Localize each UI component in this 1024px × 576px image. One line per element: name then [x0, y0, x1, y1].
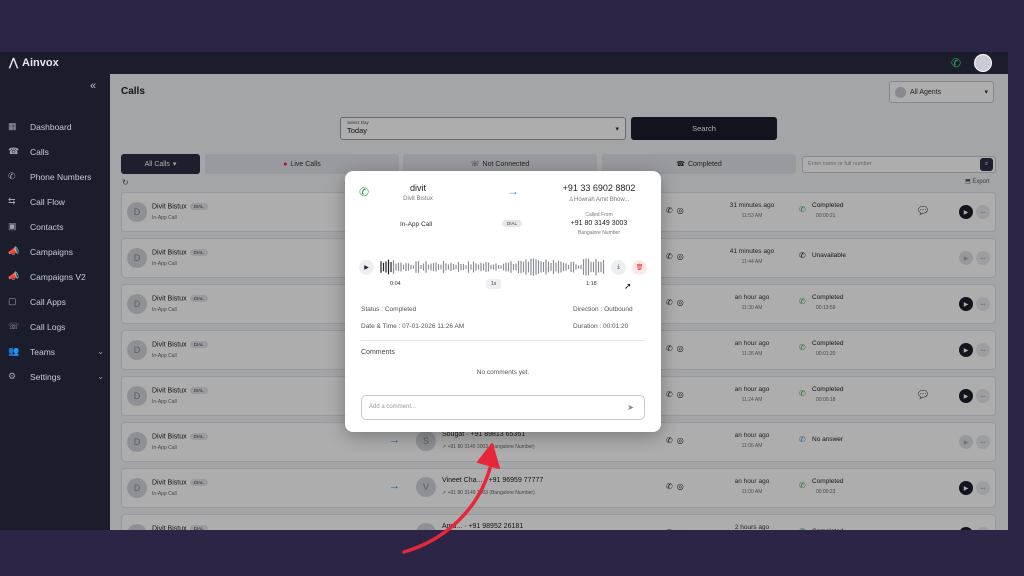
- sidebar-item-calls[interactable]: ☎ Calls: [8, 139, 104, 164]
- settings-icon: ⚙: [8, 371, 17, 381]
- sidebar-item-phone-numbers[interactable]: ✆ Phone Numbers: [8, 164, 104, 189]
- agent-name: divit: [409, 183, 426, 193]
- to-number: +91 33 6902 8802: [562, 183, 636, 193]
- arrow-right-icon: →: [507, 184, 519, 198]
- audio-waveform[interactable]: [380, 257, 607, 277]
- called-from-sub: Bangalore Number: [578, 230, 620, 236]
- comment-placeholder: Add a comment...: [369, 404, 417, 410]
- campaigns-icon: 📣: [8, 246, 20, 256]
- calls-icon: ☎: [8, 146, 20, 156]
- sidebar-item-label: Campaigns V2: [30, 271, 86, 282]
- sidebar-item-label: Campaigns: [30, 246, 73, 257]
- no-comments-text: No comments yet.: [476, 369, 530, 376]
- divider: [361, 340, 645, 341]
- dashboard-icon: ▦: [8, 121, 17, 131]
- sidebar-item-label: Phone Numbers: [30, 171, 92, 182]
- trash-icon: 🗑: [635, 265, 644, 271]
- to-name-text: Howrah Amit Bhow...: [574, 197, 630, 203]
- sidebar-nav: ▦ Dashboard ☎ Calls ✆ Phone Numbers ⇆ Call Flow…: [8, 114, 104, 389]
- outgoing-call-icon: ✆: [359, 185, 370, 199]
- sidebar-item-call-apps[interactable]: ▢ Call Apps: [8, 289, 104, 314]
- delete-button[interactable]: 🗑: [632, 260, 647, 275]
- dial-badge: DIAL: [502, 220, 523, 227]
- sidebar-item-label: Call Logs: [30, 321, 66, 332]
- total-time: 1:18: [586, 281, 597, 287]
- agent-sub: Divit Bistux: [403, 196, 433, 202]
- sidebar-item-campaigns-v2[interactable]: 📣 Campaigns V2: [8, 264, 104, 289]
- phone-icon: ✆: [8, 171, 16, 181]
- call-logs-icon: ☏: [8, 321, 20, 331]
- chevron-down-icon: ⌄: [97, 347, 104, 356]
- call-direction: Direction : Outbound: [573, 306, 633, 313]
- teams-icon: 👥: [8, 346, 20, 356]
- sidebar-item-call-logs[interactable]: ☏ Call Logs: [8, 314, 104, 339]
- mouse-cursor-icon: ➚: [624, 281, 632, 291]
- sidebar-item-label: Calls: [30, 146, 49, 157]
- sidebar-item-label: Settings: [30, 371, 61, 382]
- call-type: In-App Call: [400, 221, 433, 228]
- sidebar-item-call-flow[interactable]: ⇆ Call Flow: [8, 189, 104, 214]
- phone-icon[interactable]: ✆: [951, 56, 961, 70]
- playback-speed-button[interactable]: 1x: [486, 279, 502, 289]
- sidebar-item-teams[interactable]: 👥 Teams ⌄: [8, 339, 104, 364]
- send-icon[interactable]: ➤: [627, 403, 634, 412]
- called-from-number: +91 80 3149 3003: [570, 220, 628, 227]
- chevron-down-icon: ⌄: [97, 372, 104, 381]
- brand-logo[interactable]: ⋀ Ainvox: [9, 56, 59, 70]
- user-avatar[interactable]: [974, 54, 992, 72]
- sidebar-item-dashboard[interactable]: ▦ Dashboard: [8, 114, 104, 139]
- sidebar-item-label: Dashboard: [30, 121, 72, 132]
- sidebar-item-label: Call Flow: [30, 196, 65, 207]
- current-time: 0:04: [390, 281, 401, 287]
- play-icon: ▶: [364, 265, 369, 271]
- sidebar: « ▦ Dashboard ☎ Calls ✆ Phone Numbers ⇆ Call Fl…: [0, 74, 110, 530]
- comment-input[interactable]: Add a comment... ➤: [361, 395, 645, 420]
- download-icon: ⤓: [617, 264, 620, 270]
- call-flow-icon: ⇆: [8, 196, 16, 206]
- campaigns-v2-icon: 📣: [8, 271, 20, 281]
- call-status: Status : Completed: [361, 306, 417, 313]
- brand-name: Ainvox: [22, 56, 59, 69]
- sidebar-item-label: Contacts: [30, 221, 64, 232]
- comments-title: Comments: [361, 349, 395, 356]
- ainvox-logo-icon: ⋀: [9, 57, 19, 69]
- sidebar-item-label: Call Apps: [30, 296, 66, 307]
- to-name: ♙Howrah Amit Bhow...: [559, 196, 639, 203]
- call-duration: Duration : 00:01:20: [573, 323, 629, 330]
- sidebar-item-settings[interactable]: ⚙ Settings ⌄: [8, 364, 104, 389]
- sidebar-item-label: Teams: [30, 346, 56, 357]
- download-button[interactable]: ⤓: [611, 260, 626, 275]
- top-bar: ⋀ Ainvox ✆: [0, 52, 1008, 74]
- contacts-icon: ▣: [8, 221, 17, 231]
- sidebar-item-campaigns[interactable]: 📣 Campaigns: [8, 239, 104, 264]
- called-from-label: Called From: [585, 212, 613, 218]
- call-datetime: Date & Time : 07-01-2026 11:26 AM: [361, 323, 465, 330]
- collapse-sidebar-icon[interactable]: «: [90, 80, 96, 92]
- sidebar-item-contacts[interactable]: ▣ Contacts: [8, 214, 104, 239]
- call-apps-icon: ▢: [8, 296, 17, 306]
- call-detail-modal: ✆ divit Divit Bistux → +91 33 6902 8802 …: [345, 171, 661, 432]
- play-button[interactable]: ▶: [359, 260, 374, 275]
